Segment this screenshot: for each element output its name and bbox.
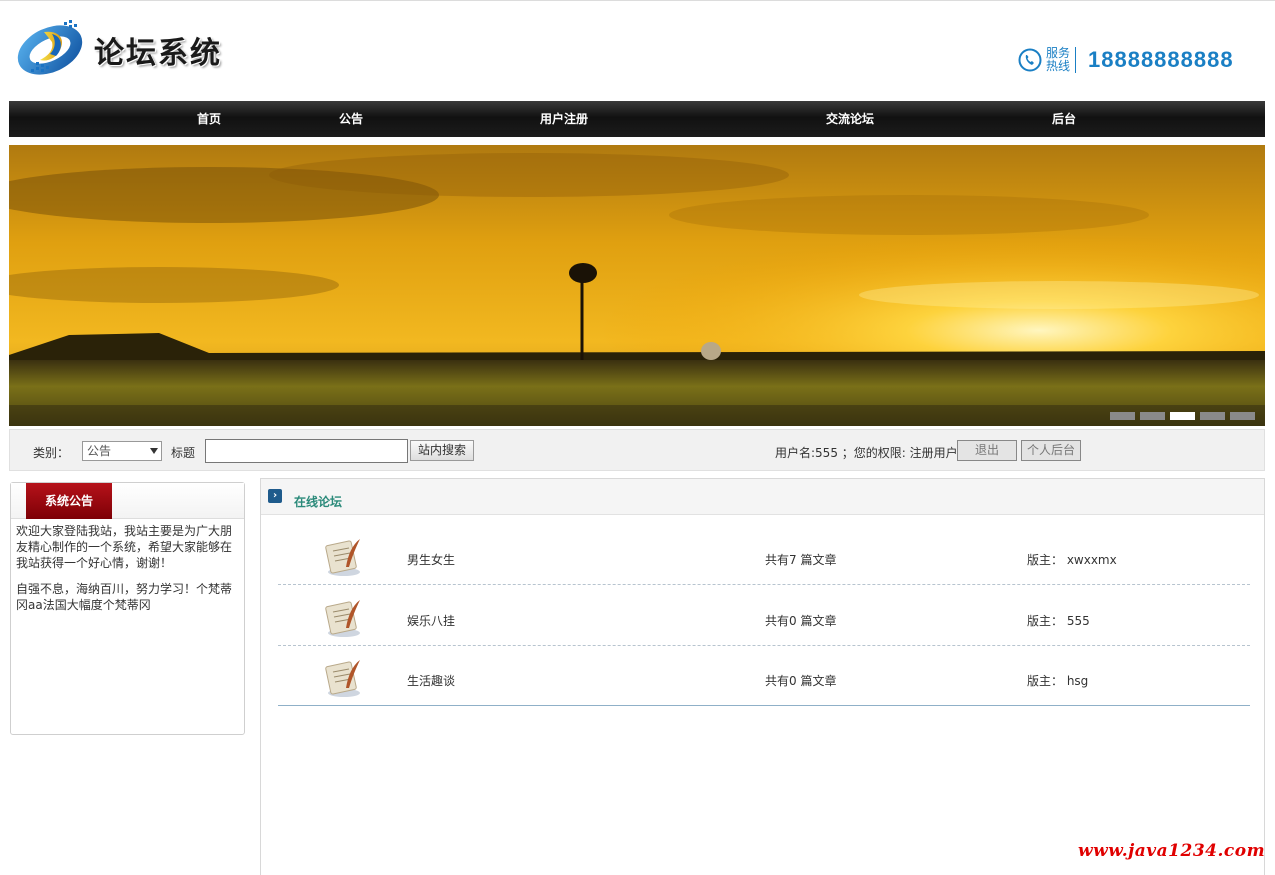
category-label: 类别： [33, 446, 70, 460]
quill-paper-icon [325, 600, 360, 637]
personal-backend-button[interactable]: 个人后台 [1021, 440, 1081, 461]
chevron-down-icon [150, 448, 158, 454]
title-search-input[interactable] [205, 439, 408, 463]
hotline-label: 服务热线 [1046, 47, 1076, 73]
arrow-right-icon: › [268, 489, 282, 503]
quill-paper-icon [325, 660, 360, 697]
forum-header: › 在线论坛 [261, 479, 1264, 515]
nav-item-forum[interactable]: 交流论坛 [826, 101, 874, 137]
notice-header: 系统公告 [11, 483, 244, 519]
banner-slideshow[interactable] [9, 145, 1265, 426]
category-select-value: 公告 [87, 444, 112, 458]
slide-dot-3[interactable] [1170, 412, 1195, 420]
banner-image [9, 145, 1265, 426]
forum-article-count: 共有0 篇文章 [765, 614, 837, 628]
nav-item-home[interactable]: 首页 [197, 101, 221, 137]
system-notice-panel: 系统公告 欢迎大家登陆我站，我站主要是为广大朋友精心制作的一个系统，希望大家能够… [10, 482, 245, 735]
forum-name[interactable]: 生活趣谈 [407, 672, 455, 689]
slide-indicators [1110, 412, 1255, 420]
nav-item-register[interactable]: 用户注册 [540, 101, 588, 137]
forum-article-count: 共有7 篇文章 [765, 553, 837, 567]
forum-row[interactable]: 娱乐八挂 共有0 篇文章 版主： 555 [278, 586, 1250, 646]
nav-item-admin[interactable]: 后台 [1052, 101, 1076, 137]
main-nav: 首页 公告 用户注册 交流论坛 后台 [9, 101, 1265, 137]
top-border [0, 0, 1275, 1]
site-logo-icon[interactable] [14, 14, 86, 80]
forum-article-count: 共有0 篇文章 [765, 674, 837, 688]
title-label: 标题 [171, 446, 196, 460]
logout-button[interactable]: 退出 [957, 440, 1017, 461]
forum-title: 在线论坛 [294, 495, 343, 509]
category-select[interactable]: 公告 [82, 441, 162, 461]
site-title: 论坛系统 [94, 36, 222, 71]
slide-dot-2[interactable] [1140, 412, 1165, 420]
notice-body: 欢迎大家登陆我站，我站主要是为广大朋友精心制作的一个系统，希望大家能够在我站获得… [11, 519, 244, 627]
phone-icon [1018, 48, 1042, 72]
notice-paragraph: 欢迎大家登陆我站，我站主要是为广大朋友精心制作的一个系统，希望大家能够在我站获得… [16, 524, 233, 570]
quill-paper-icon [325, 539, 360, 576]
nav-item-announcement[interactable]: 公告 [339, 101, 363, 137]
watermark: www.java1234.com [1078, 841, 1266, 861]
hotline: 服务热线 18888888888 [1018, 44, 1234, 76]
notice-paragraph: 自强不息，海纳百川，努力学习！个梵蒂冈aa法国大幅度个梵蒂冈 [16, 582, 233, 612]
slide-dot-4[interactable] [1200, 412, 1225, 420]
slide-dot-5[interactable] [1230, 412, 1255, 420]
forum-row[interactable]: 男生女生 共有7 篇文章 版主： xwxxmx [278, 525, 1250, 585]
notice-tab[interactable]: 系统公告 [26, 483, 112, 519]
forum-row[interactable]: 生活趣谈 共有0 篇文章 版主： hsg [278, 646, 1250, 706]
forum-moderator: 版主： xwxxmx [1027, 553, 1117, 567]
online-forum-panel: › 在线论坛 男生女生 共有7 篇文章 版主： xwxxmx 娱乐八挂 共有0 … [260, 478, 1265, 875]
user-info: 用户名:555 ；您的权限: 注册用户 [775, 446, 958, 460]
forum-name[interactable]: 娱乐八挂 [407, 612, 455, 629]
search-bar: 类别： 公告 标题 站内搜索 用户名:555 ；您的权限: 注册用户 退出 个人… [9, 429, 1265, 471]
hotline-number: 18888888888 [1088, 47, 1234, 72]
site-search-button[interactable]: 站内搜索 [410, 440, 474, 461]
forum-moderator: 版主： 555 [1027, 614, 1090, 628]
forum-moderator: 版主： hsg [1027, 674, 1089, 688]
forum-name[interactable]: 男生女生 [407, 551, 455, 568]
slide-dot-1[interactable] [1110, 412, 1135, 420]
